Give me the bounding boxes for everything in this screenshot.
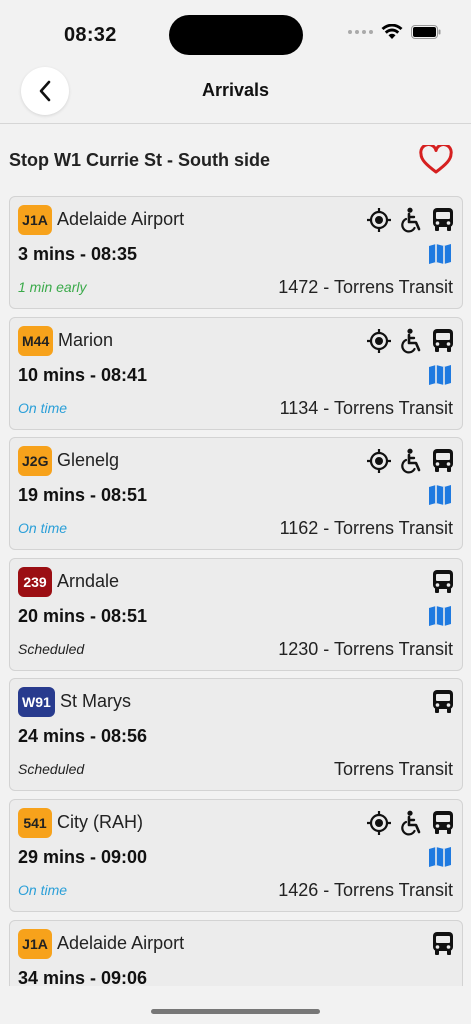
arrival-status: On time (18, 881, 68, 898)
bus-icon (433, 690, 453, 714)
gps-target-icon (367, 810, 391, 835)
eta-time: 10 mins - 08:41 (18, 364, 148, 385)
vehicle-operator: 1230 - Torrens Transit (278, 638, 453, 659)
wheelchair-accessible-icon (401, 810, 421, 836)
card-icons (366, 328, 454, 354)
destination: Adelaide Airport (57, 932, 185, 953)
favorite-heart-icon[interactable] (419, 145, 453, 175)
eta-time: 3 mins - 08:35 (18, 244, 138, 264)
bus-icon (433, 931, 453, 955)
eta-time: 20 mins - 08:51 (18, 605, 148, 626)
destination: Arndale (57, 570, 120, 591)
card-icons (432, 569, 454, 595)
card-icons (432, 931, 454, 957)
arrival-status: On time (18, 399, 68, 416)
vehicle-operator: 1426 - Torrens Transit (278, 879, 453, 900)
arrival-card[interactable]: J1A Adelaide Airport 3 mins - 08:35 1 mi… (9, 196, 463, 309)
route-badge: J2G (18, 446, 53, 477)
arrival-status: Scheduled (18, 761, 85, 778)
bus-icon (433, 328, 453, 352)
arrival-status: 1 min early (18, 279, 87, 295)
status-bar: 08:32 (0, 0, 471, 66)
arrival-card[interactable]: 239 Arndale 20 mins - 08:51 Scheduled 12… (9, 557, 463, 671)
arrival-card[interactable]: M44 Marion 10 mins - 08:41 On time 1134 … (9, 316, 463, 430)
eta-time: 24 mins - 08:56 (18, 726, 148, 747)
map-icon[interactable] (428, 243, 452, 265)
bus-icon (433, 449, 453, 473)
vehicle-operator: 1134 - Torrens Transit (279, 397, 453, 418)
destination: Adelaide Airport (57, 209, 185, 229)
map-icon[interactable] (428, 484, 452, 506)
stop-row: Stop W1 Currie St - South side (9, 140, 453, 180)
dynamic-island (169, 15, 303, 55)
gps-target-icon (367, 328, 391, 353)
cellular-signal-icon (348, 30, 373, 34)
bus-icon (433, 810, 453, 834)
arrival-card[interactable]: J2G Glenelg 19 mins - 08:51 On time 1162… (9, 437, 463, 551)
destination: City (RAH) (57, 811, 143, 832)
wifi-icon (381, 24, 403, 39)
nav-header: Arrivals (0, 66, 471, 124)
route-badge: 541 (18, 807, 52, 838)
stop-name: Stop W1 Currie St - South side (9, 149, 271, 170)
arrival-card[interactable]: J1A Adelaide Airport 34 mins - 09:06 (9, 919, 463, 986)
route-badge: 239 (18, 566, 52, 597)
vehicle-operator: 1472 - Torrens Transit (278, 277, 453, 297)
map-icon[interactable] (428, 605, 452, 627)
status-icons (348, 24, 441, 40)
route-badge: J1A (18, 205, 52, 235)
arrival-card[interactable]: W91 St Marys 24 mins - 08:56 Scheduled T… (9, 678, 463, 792)
arrival-card[interactable]: 541 City (RAH) 29 mins - 09:00 On time 1… (9, 798, 463, 912)
card-icons (432, 689, 454, 715)
card-icons (366, 810, 454, 836)
battery-icon (411, 25, 441, 39)
route-badge: M44 (18, 325, 54, 356)
gps-target-icon (367, 208, 391, 232)
vehicle-operator: 1162 - Torrens Transit (279, 518, 453, 539)
destination: Glenelg (57, 450, 120, 471)
page-title: Arrivals (201, 80, 270, 100)
bus-icon (433, 569, 453, 593)
vehicle-operator: Torrens Transit (333, 759, 453, 780)
card-icons (366, 207, 454, 233)
route-badge: J1A (18, 928, 52, 959)
arrivals-list[interactable]: J1A Adelaide Airport 3 mins - 08:35 1 mi… (9, 196, 463, 986)
destination: St Marys (60, 691, 132, 712)
map-icon[interactable] (428, 846, 452, 868)
card-icons (366, 448, 454, 474)
wheelchair-accessible-icon (401, 328, 421, 354)
bus-icon (433, 208, 453, 231)
eta-time: 34 mins - 09:06 (18, 967, 148, 986)
arrival-status: Scheduled (18, 640, 85, 657)
arrival-status: On time (18, 520, 68, 537)
home-indicator[interactable] (151, 1009, 320, 1014)
route-badge: W91 (18, 687, 55, 718)
wheelchair-accessible-icon (401, 448, 421, 474)
eta-time: 19 mins - 08:51 (18, 485, 148, 506)
eta-time: 29 mins - 09:00 (18, 846, 148, 867)
gps-target-icon (367, 449, 391, 474)
status-time: 08:32 (64, 24, 117, 46)
wheelchair-accessible-icon (401, 207, 421, 233)
map-icon[interactable] (428, 364, 452, 386)
destination: Marion (58, 329, 114, 350)
